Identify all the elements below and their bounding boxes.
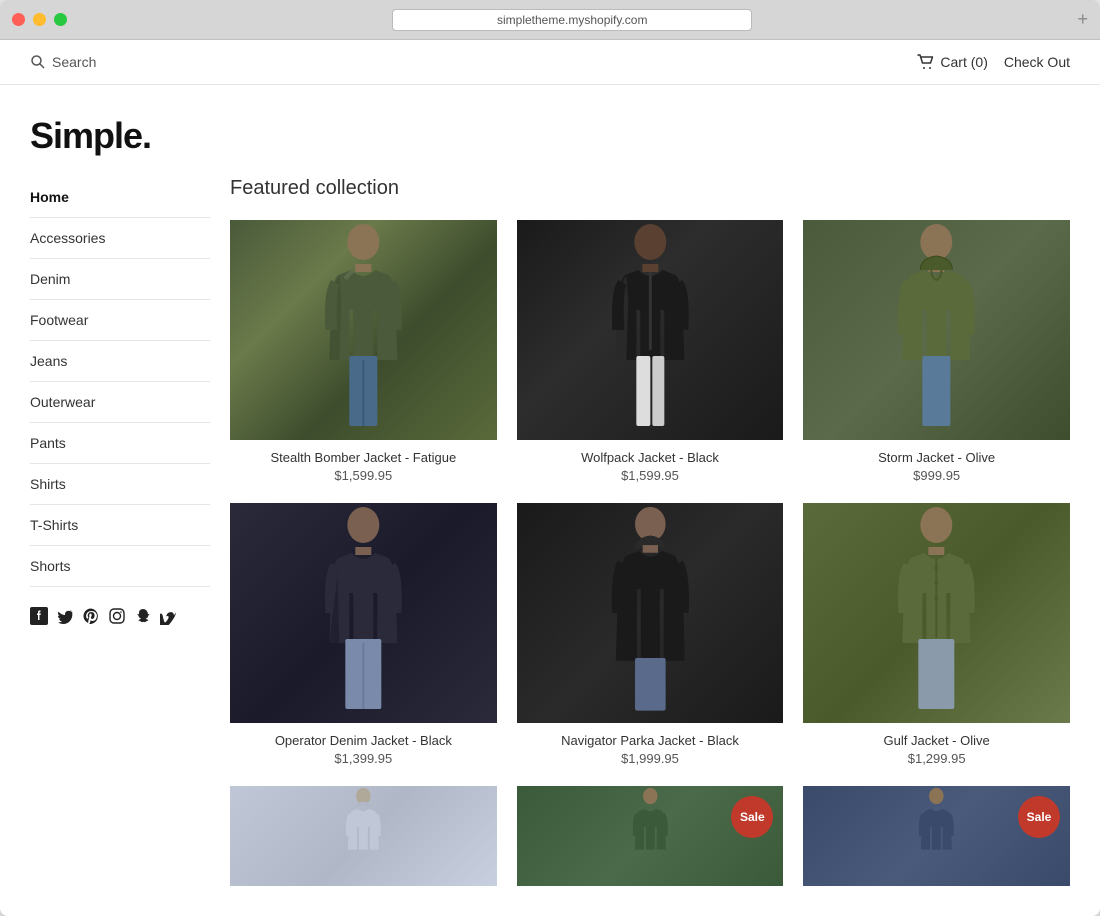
facebook-icon[interactable] (30, 607, 48, 630)
product-image-4 (230, 503, 497, 723)
product-image-1 (230, 220, 497, 440)
sidebar-item-shirts[interactable]: Shirts (30, 464, 210, 505)
sidebar-link-shorts[interactable]: Shorts (30, 546, 210, 586)
product-name-4: Operator Denim Jacket - Black (230, 733, 497, 748)
cart-button[interactable]: Cart (0) (917, 54, 987, 70)
sidebar-nav: Home Accessories Denim Footwear Jeans (30, 177, 210, 587)
sidebar-link-outerwear[interactable]: Outerwear (30, 382, 210, 422)
product-price-1: $1,599.95 (230, 468, 497, 483)
address-input[interactable] (392, 9, 752, 31)
cart-icon (917, 54, 935, 70)
product-card-2[interactable]: Wolfpack Jacket - Black $1,599.95 (517, 220, 784, 483)
top-navigation: Search Cart (0) Check Out (0, 40, 1100, 85)
product-name-3: Storm Jacket - Olive (803, 450, 1070, 465)
vimeo-icon[interactable] (160, 607, 178, 630)
twitter-icon[interactable] (56, 607, 74, 630)
product-name-2: Wolfpack Jacket - Black (517, 450, 784, 465)
pinterest-icon[interactable] (82, 607, 100, 630)
product-card-7[interactable] (230, 786, 497, 886)
snapchat-icon[interactable] (134, 607, 152, 630)
address-bar-container (75, 9, 1069, 31)
product-image-9: Sale (803, 786, 1070, 886)
sidebar-link-shirts[interactable]: Shirts (30, 464, 210, 504)
page-content: Search Cart (0) Check Out Simple. (0, 40, 1100, 916)
main-layout: Home Accessories Denim Footwear Jeans (0, 177, 1100, 916)
new-tab-button[interactable]: + (1077, 9, 1088, 30)
product-name-1: Stealth Bomber Jacket - Fatigue (230, 450, 497, 465)
product-image-7 (230, 786, 497, 886)
social-icons (30, 607, 210, 630)
sidebar-item-shorts[interactable]: Shorts (30, 546, 210, 587)
product-card-3[interactable]: Storm Jacket - Olive $999.95 (803, 220, 1070, 483)
product-card-4[interactable]: Operator Denim Jacket - Black $1,399.95 (230, 503, 497, 766)
sidebar-item-footwear[interactable]: Footwear (30, 300, 210, 341)
product-price-6: $1,299.95 (803, 751, 1070, 766)
sidebar-item-jeans[interactable]: Jeans (30, 341, 210, 382)
sidebar-link-pants[interactable]: Pants (30, 423, 210, 463)
product-card-1[interactable]: Stealth Bomber Jacket - Fatigue $1,599.9… (230, 220, 497, 483)
close-button[interactable] (12, 13, 25, 26)
sidebar-item-tshirts[interactable]: T-Shirts (30, 505, 210, 546)
sidebar-item-outerwear[interactable]: Outerwear (30, 382, 210, 423)
product-name-5: Navigator Parka Jacket - Black (517, 733, 784, 748)
logo-area: Simple. (0, 85, 1100, 177)
site-logo[interactable]: Simple. (30, 115, 1070, 157)
search-area[interactable]: Search (30, 54, 96, 70)
sidebar-item-denim[interactable]: Denim (30, 259, 210, 300)
product-card-8[interactable]: Sale (517, 786, 784, 886)
minimize-button[interactable] (33, 13, 46, 26)
product-image-6 (803, 503, 1070, 723)
product-image-5 (517, 503, 784, 723)
product-name-6: Gulf Jacket - Olive (803, 733, 1070, 748)
sidebar-link-jeans[interactable]: Jeans (30, 341, 210, 381)
product-card-5[interactable]: Navigator Parka Jacket - Black $1,999.95 (517, 503, 784, 766)
search-icon (30, 54, 46, 70)
sidebar-link-tshirts[interactable]: T-Shirts (30, 505, 210, 545)
sidebar-item-pants[interactable]: Pants (30, 423, 210, 464)
instagram-icon[interactable] (108, 607, 126, 630)
browser-titlebar: + (0, 0, 1100, 40)
search-label: Search (52, 54, 96, 70)
products-area: Featured collection (230, 177, 1070, 886)
product-image-2 (517, 220, 784, 440)
product-price-2: $1,599.95 (517, 468, 784, 483)
product-price-4: $1,399.95 (230, 751, 497, 766)
sidebar-link-accessories[interactable]: Accessories (30, 218, 210, 258)
cart-label: Cart (0) (940, 54, 987, 70)
product-card-9[interactable]: Sale (803, 786, 1070, 886)
product-price-5: $1,999.95 (517, 751, 784, 766)
sidebar-link-home[interactable]: Home (30, 177, 210, 217)
sidebar-link-footwear[interactable]: Footwear (30, 300, 210, 340)
sidebar-link-denim[interactable]: Denim (30, 259, 210, 299)
product-image-3 (803, 220, 1070, 440)
product-image-8: Sale (517, 786, 784, 886)
sidebar: Home Accessories Denim Footwear Jeans (30, 177, 230, 886)
collection-title: Featured collection (230, 177, 1070, 200)
product-card-6[interactable]: Gulf Jacket - Olive $1,299.95 (803, 503, 1070, 766)
browser-window: + Search Cart (0) (0, 0, 1100, 916)
checkout-button[interactable]: Check Out (1004, 54, 1070, 70)
cart-checkout-area: Cart (0) Check Out (917, 54, 1070, 70)
product-grid: Stealth Bomber Jacket - Fatigue $1,599.9… (230, 220, 1070, 886)
maximize-button[interactable] (54, 13, 67, 26)
sidebar-item-accessories[interactable]: Accessories (30, 218, 210, 259)
product-price-3: $999.95 (803, 468, 1070, 483)
sale-badge-9: Sale (1018, 796, 1060, 838)
sidebar-item-home[interactable]: Home (30, 177, 210, 218)
